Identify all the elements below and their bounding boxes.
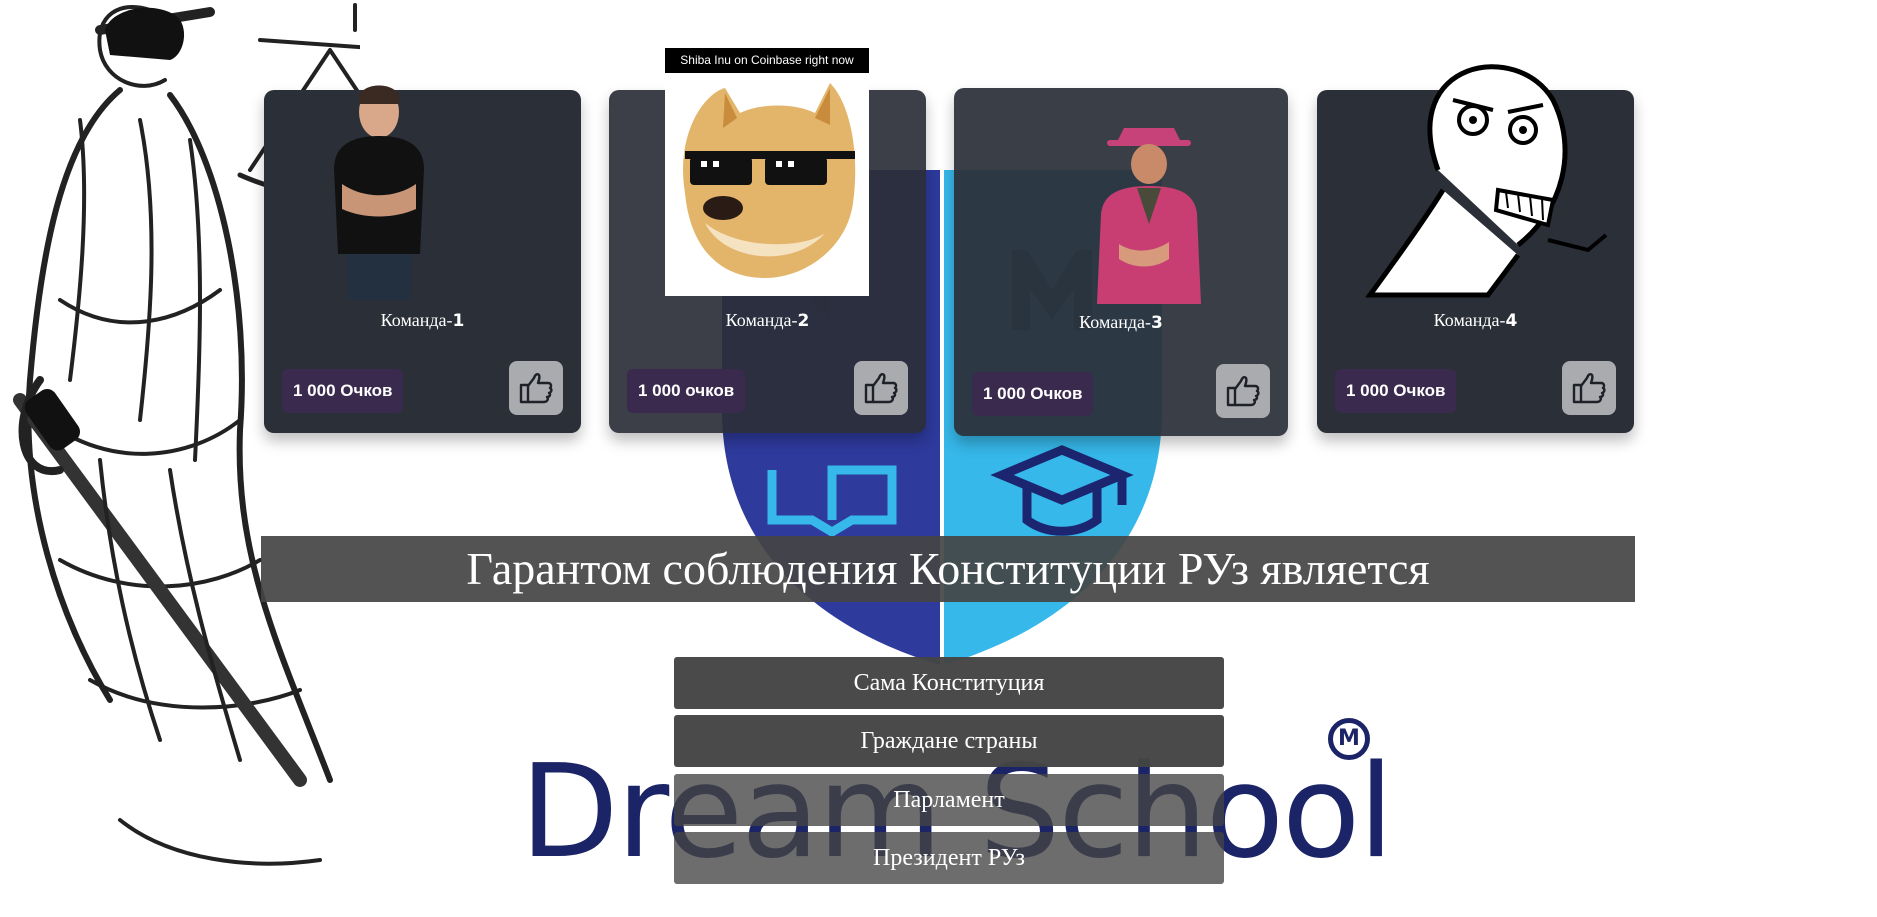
page-heading: Гарантом соблюдения Конституции РУз явля…	[261, 536, 1635, 602]
menu-item-constitution[interactable]: Сама Конституция	[674, 657, 1224, 709]
thumbs-up-icon	[1572, 373, 1606, 404]
team-4-photo	[1365, 64, 1608, 298]
page: Dream School M Команда-1 1 000 Очков Ком…	[0, 0, 1877, 917]
thumbs-up-icon	[1226, 376, 1260, 407]
menu-item-president[interactable]: Президент РУз	[674, 832, 1224, 884]
team-1-name: Команда-1	[380, 310, 465, 331]
team-1-photo	[334, 85, 424, 300]
team-3-like-button[interactable]	[1216, 364, 1270, 418]
team-4-points: 1 000 Очков	[1335, 369, 1457, 413]
team-3-photo	[1097, 128, 1201, 304]
team-2-like-button[interactable]	[854, 361, 908, 415]
team-1-points: 1 000 Очков	[282, 369, 404, 413]
team-2-points: 1 000 очков	[627, 369, 746, 413]
menu-item-parliament[interactable]: Парламент	[674, 774, 1224, 826]
team-card-3: Команда-3 1 000 Очков	[954, 88, 1288, 436]
team-3-points: 1 000 Очков	[972, 372, 1094, 416]
brand-mark: M	[1328, 718, 1370, 760]
team-2-name: Команда-2	[725, 310, 810, 331]
doge-illustration	[683, 83, 856, 278]
team-1-like-button[interactable]	[509, 361, 563, 415]
team-4-like-button[interactable]	[1562, 361, 1616, 415]
thumbs-up-icon	[864, 373, 898, 404]
team-3-name: Команда-3	[1079, 312, 1163, 333]
team-card-1: Команда-1 1 000 Очков	[264, 85, 581, 433]
team-2-photo: Shiba Inu on Coinbase right now	[665, 48, 869, 296]
team-4-name: Команда-4	[1433, 310, 1518, 331]
doge-caption: Shiba Inu on Coinbase right now	[665, 48, 869, 73]
thumbs-up-icon	[519, 373, 553, 404]
menu-item-citizens[interactable]: Граждане страны	[674, 715, 1224, 767]
